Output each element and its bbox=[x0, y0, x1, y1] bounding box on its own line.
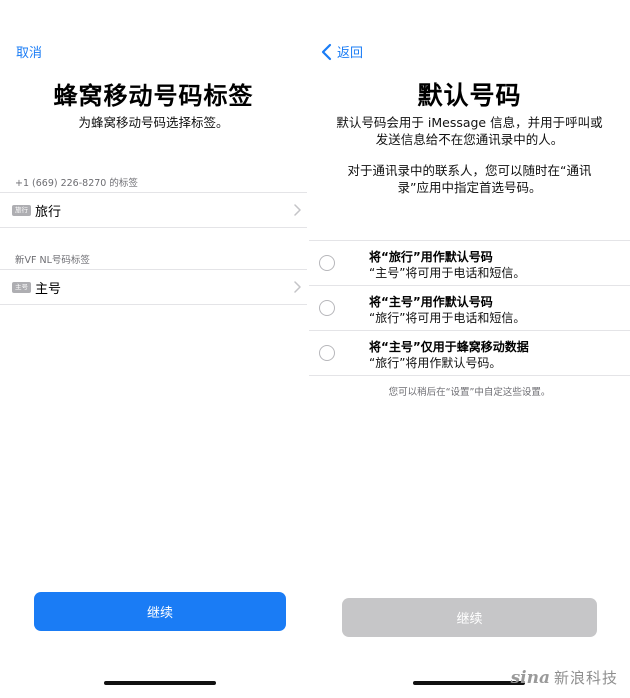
line1-label-value: 旅行 bbox=[35, 204, 62, 220]
continue-button-disabled[interactable]: 继续 bbox=[342, 598, 597, 637]
settings-footnote: 您可以稍后在“设置”中自定这些设置。 bbox=[388, 387, 551, 398]
home-indicator[interactable] bbox=[104, 681, 216, 685]
line2-label-row[interactable]: 主号 主号 bbox=[0, 269, 307, 305]
default-number-options: 将“旅行”用作默认号码 “主号”将可用于电话和短信。 将“主号”用作默认号码 “… bbox=[309, 240, 630, 376]
option-title: 将“旅行”用作默认号码 bbox=[369, 250, 493, 264]
home-indicator[interactable] bbox=[413, 681, 525, 685]
chevron-right-icon bbox=[294, 204, 301, 216]
continue-button[interactable]: 继续 bbox=[34, 592, 286, 631]
line-tag-chip: 主号 bbox=[12, 281, 31, 293]
description-line: 录”应用中指定首选号码。 bbox=[397, 180, 542, 195]
back-button[interactable]: 返回 bbox=[319, 42, 363, 61]
chevron-right-icon bbox=[294, 281, 301, 293]
chevron-left-icon bbox=[321, 43, 332, 60]
radio-unselected-icon[interactable] bbox=[319, 345, 335, 361]
option-title: 将“主号”仅用于蜂窝移动数据 bbox=[369, 340, 529, 354]
default-number-screen: 返回 默认号码 默认号码会用于 iMessage 信息，并用于呼叫或 发送信息给… bbox=[309, 0, 630, 698]
line1-label-row[interactable]: 旅行 旅行 bbox=[0, 192, 307, 228]
option-detail: “旅行”将可用于电话和短信。 bbox=[369, 311, 526, 325]
label-selection-screen: 取消 蜂窝移动号码标签 为蜂窝移动号码选择标签。 +1 (669) 226-82… bbox=[0, 0, 307, 698]
option-primary-data-only[interactable]: 将“主号”仅用于蜂窝移动数据 “旅行”将用作默认号码。 bbox=[309, 331, 630, 376]
section-label-line1: +1 (669) 226-8270 的标签 bbox=[15, 178, 138, 189]
line2-label-value: 主号 bbox=[35, 281, 62, 297]
line-tag-chip: 旅行 bbox=[12, 204, 31, 216]
option-title: 将“主号”用作默认号码 bbox=[369, 295, 493, 309]
option-travel-default[interactable]: 将“旅行”用作默认号码 “主号”将可用于电话和短信。 bbox=[309, 241, 630, 286]
page-title: 蜂窝移动号码标签 bbox=[53, 82, 254, 110]
description-line: 默认号码会用于 iMessage 信息，并用于呼叫或 bbox=[336, 115, 603, 130]
back-label: 返回 bbox=[337, 46, 364, 61]
page-title: 默认号码 bbox=[417, 81, 522, 110]
radio-unselected-icon[interactable] bbox=[319, 300, 335, 316]
radio-unselected-icon[interactable] bbox=[319, 255, 335, 271]
page-subtitle: 为蜂窝移动号码选择标签。 bbox=[78, 115, 229, 130]
watermark-text: 新浪科技 bbox=[553, 669, 618, 687]
cancel-button[interactable]: 取消 bbox=[16, 42, 42, 61]
sina-watermark: sina 新浪科技 bbox=[511, 667, 618, 688]
option-detail: “主号”将可用于电话和短信。 bbox=[369, 266, 526, 280]
option-detail: “旅行”将用作默认号码。 bbox=[369, 356, 502, 370]
option-primary-default[interactable]: 将“主号”用作默认号码 “旅行”将可用于电话和短信。 bbox=[309, 286, 630, 331]
section-label-line2: 新VF NL号码标签 bbox=[15, 255, 90, 266]
description-line: 对于通讯录中的联系人，您可以随时在“通讯 bbox=[347, 163, 592, 178]
sina-logo: sina bbox=[510, 667, 550, 688]
description-line: 发送信息给不在您通讯录中的人。 bbox=[375, 132, 564, 147]
